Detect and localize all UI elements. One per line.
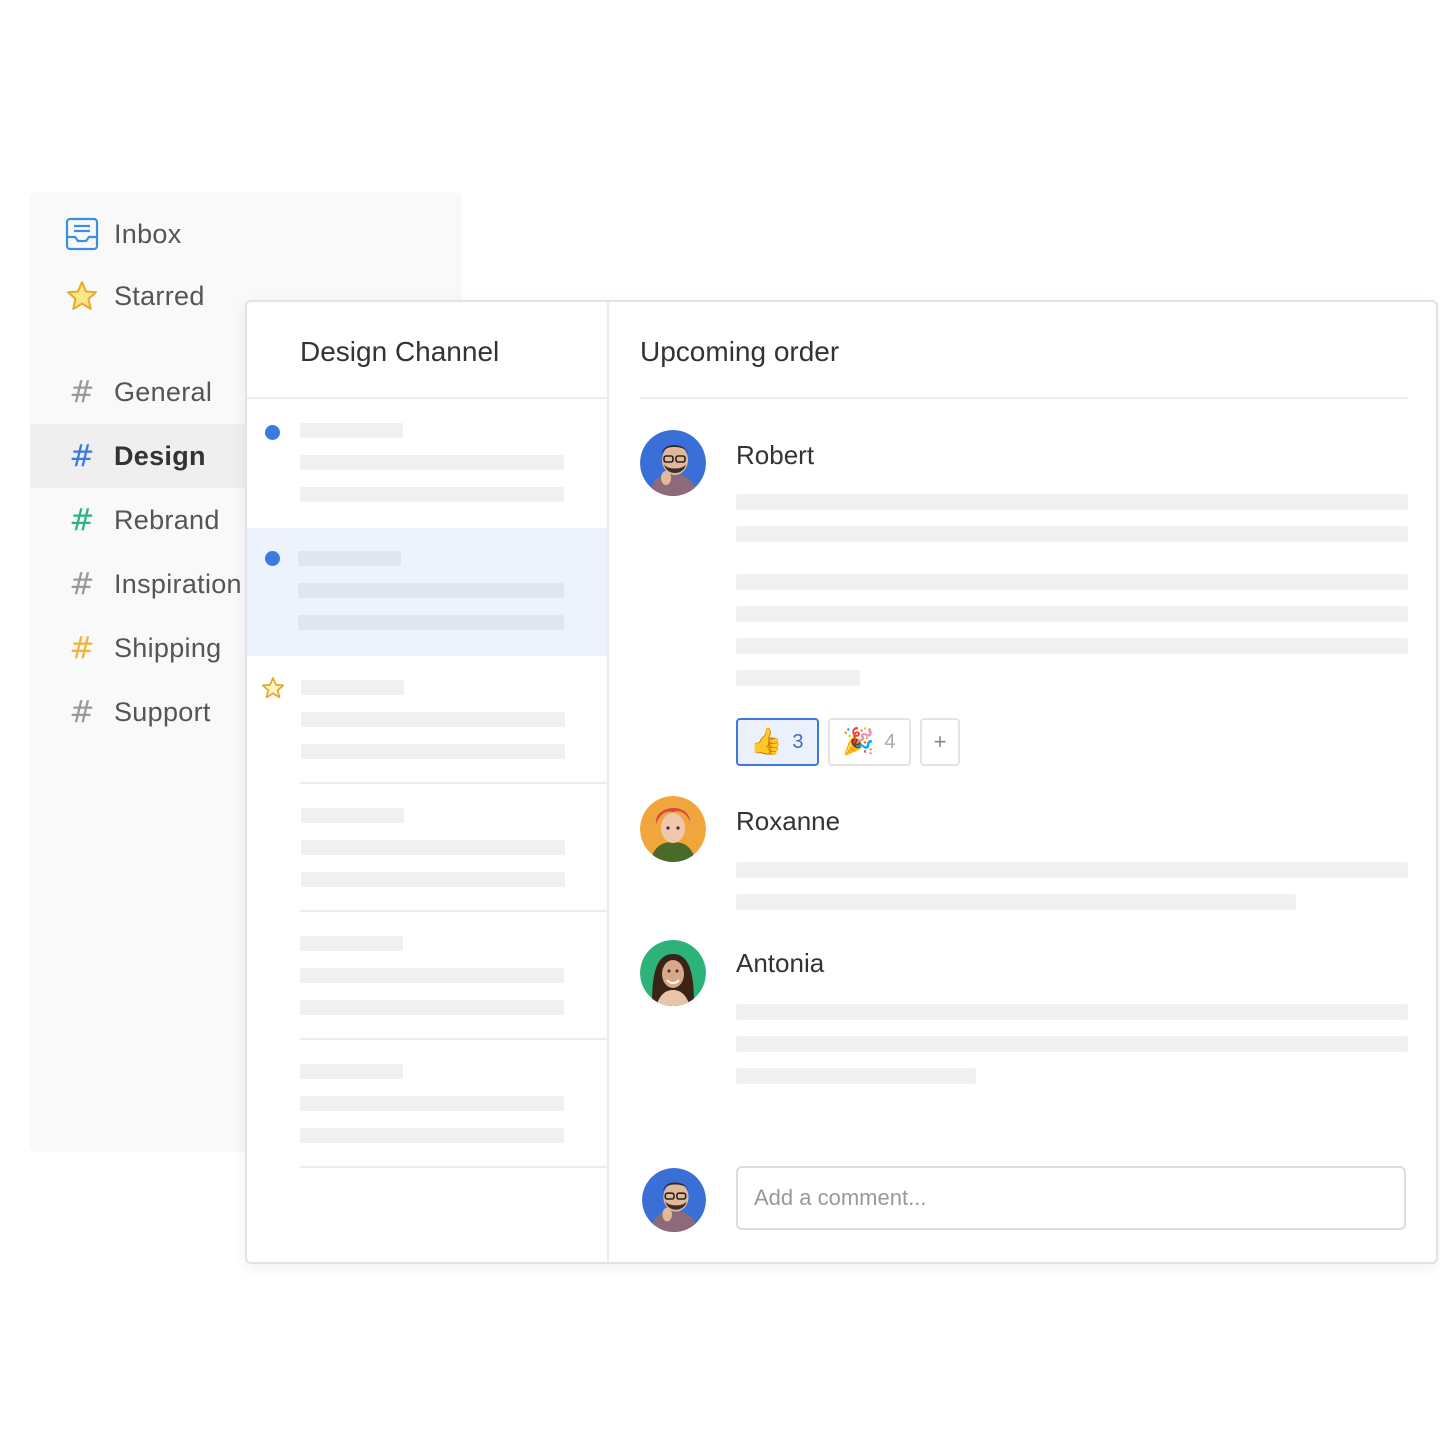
placeholder-line — [300, 423, 403, 438]
conversation: Upcoming order Robert 👍 3 🎉 4 + Roxanne … — [609, 302, 1438, 1262]
star-icon — [64, 278, 100, 314]
placeholder-line — [300, 1000, 564, 1015]
thread-item[interactable] — [247, 528, 607, 656]
thread-item[interactable] — [247, 656, 607, 784]
comment-input[interactable] — [736, 1166, 1406, 1230]
unread-dot-icon — [265, 425, 280, 440]
placeholder-line — [736, 1036, 1408, 1052]
placeholder-line — [300, 936, 403, 951]
thread-item[interactable] — [247, 912, 607, 1040]
sidebar-item-label: Support — [114, 696, 211, 727]
placeholder-line — [300, 968, 564, 983]
placeholder-line — [301, 712, 565, 727]
placeholder-line — [301, 744, 565, 759]
placeholder-line — [300, 455, 564, 470]
thumbs-up-icon: 👍 — [750, 727, 783, 757]
current-user-avatar[interactable] — [642, 1168, 706, 1232]
sidebar-item-label: Inspiration — [114, 568, 242, 599]
placeholder-line — [736, 670, 860, 686]
placeholder-line — [301, 680, 404, 695]
sidebar-item-inbox[interactable]: Inbox — [30, 202, 462, 266]
avatar[interactable] — [640, 796, 706, 862]
hash-icon: # — [69, 374, 95, 410]
placeholder-line — [736, 894, 1296, 910]
thread-item[interactable] — [247, 399, 607, 527]
placeholder-line — [300, 487, 564, 502]
sidebar-item-label: General — [114, 376, 213, 407]
reaction-count: 3 — [792, 730, 804, 753]
placeholder-line — [301, 872, 565, 887]
avatar[interactable] — [640, 430, 706, 496]
avatar[interactable] — [640, 940, 706, 1006]
placeholder-line — [736, 862, 1408, 878]
unread-dot-icon — [265, 551, 280, 566]
placeholder-line — [736, 526, 1408, 542]
divider — [300, 1166, 607, 1168]
sidebar-item-label: Shipping — [114, 632, 222, 663]
hash-icon: # — [69, 694, 95, 730]
reaction-party[interactable]: 🎉 4 — [828, 718, 911, 766]
placeholder-line — [736, 1068, 976, 1084]
thread-item[interactable] — [247, 784, 607, 912]
placeholder-line — [301, 808, 404, 823]
sidebar-item-label: Starred — [114, 280, 205, 311]
add-reaction-button[interactable]: + — [920, 718, 960, 766]
placeholder-line — [300, 1128, 564, 1143]
sidebar-item-label: Rebrand — [114, 504, 220, 535]
placeholder-line — [736, 606, 1408, 622]
reaction-thumbs-up[interactable]: 👍 3 — [736, 718, 819, 766]
placeholder-line — [736, 1004, 1408, 1020]
placeholder-line — [300, 1064, 403, 1079]
hash-icon: # — [69, 502, 95, 538]
hash-icon: # — [69, 630, 95, 666]
placeholder-line — [300, 1096, 564, 1111]
placeholder-line — [298, 583, 564, 598]
reaction-count: 4 — [884, 730, 896, 753]
placeholder-line — [736, 494, 1408, 510]
hash-icon: # — [69, 566, 95, 602]
inbox-icon — [64, 216, 100, 252]
conversation-title: Upcoming order — [640, 336, 840, 367]
placeholder-line — [301, 840, 565, 855]
placeholder-line — [298, 551, 401, 566]
message-author: Roxanne — [736, 806, 841, 836]
message-author: Antonia — [736, 948, 825, 978]
sidebar-item-label: Inbox — [114, 218, 182, 249]
star-icon — [261, 676, 285, 700]
message-author: Robert — [736, 440, 815, 470]
placeholder-line — [736, 638, 1408, 654]
thread-list: Design Channel — [247, 302, 609, 1262]
party-popper-icon: 🎉 — [842, 727, 875, 757]
main-panel: Design Channel Upcoming order Robert 👍 3… — [245, 300, 1438, 1264]
placeholder-line — [736, 574, 1408, 590]
sidebar-item-label: Design — [114, 440, 206, 471]
hash-icon: # — [69, 438, 95, 474]
thread-item[interactable] — [247, 1040, 607, 1168]
channel-title: Design Channel — [300, 336, 500, 367]
divider — [640, 397, 1408, 399]
placeholder-line — [298, 615, 564, 630]
